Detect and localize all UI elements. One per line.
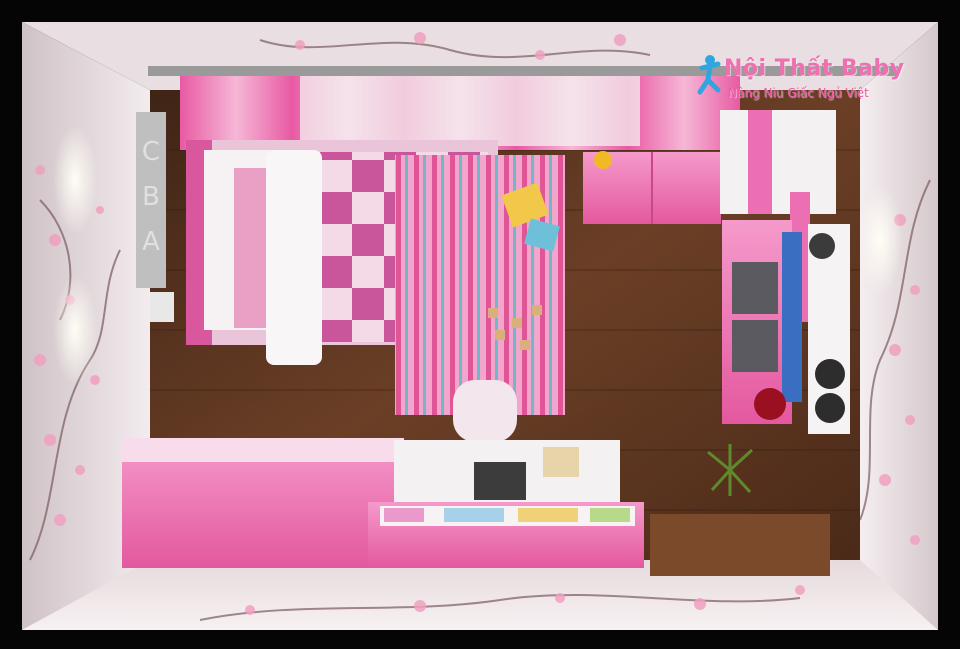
bedroom-render: C B A Nội Thất Baby Nâng Niu Giấc Ngủ Vi… xyxy=(0,0,960,649)
letter-a: A xyxy=(142,227,160,257)
letter-c: C xyxy=(142,137,160,167)
running-child-icon xyxy=(697,55,721,95)
brand-tagline: Nâng Niu Giấc Ngủ Việt xyxy=(728,86,869,100)
brand-name: Nội Thất Baby xyxy=(724,56,905,81)
letter-b: B xyxy=(142,182,160,212)
watermark-logo: Nội Thất Baby Nâng Niu Giấc Ngủ Việt xyxy=(694,54,905,102)
